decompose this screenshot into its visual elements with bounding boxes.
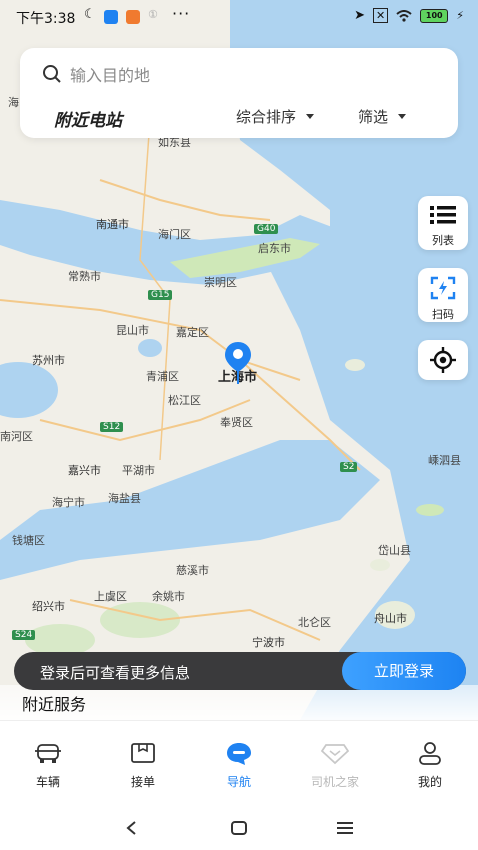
battery-icon: 100 (420, 8, 449, 23)
tab-label: 我的 (417, 775, 442, 789)
map-label: 青浦区 (146, 370, 179, 383)
tab-label: 司机之家 (310, 775, 359, 789)
search-icon (43, 65, 61, 83)
map-label: 慈溪市 (176, 564, 209, 577)
map-label: 海盐县 (108, 492, 141, 505)
nearby-services-title: 附近服务 (22, 695, 87, 714)
map-label: 南河区 (0, 430, 33, 443)
scan-charge-icon (430, 276, 456, 300)
map-label: 苏州市 (32, 354, 65, 367)
map-label: 北仑区 (298, 616, 331, 629)
more-notifications-icon: ··· (172, 4, 191, 23)
info-icon: ① (148, 8, 158, 21)
location-arrow-icon: ➤ (354, 8, 366, 23)
map-label: 嘉定区 (176, 326, 209, 339)
caret-down-icon (306, 114, 315, 119)
bottom-tab-bar: 车辆 接单 导航 司机之家 我的 (0, 720, 478, 803)
map-label: 舟山市 (374, 612, 407, 625)
tab-vehicle[interactable]: 车辆 (8, 741, 88, 790)
map-label: 松江区 (168, 394, 201, 407)
zhihu-app-icon (104, 10, 118, 24)
map-label: 嵊泗县 (428, 454, 461, 467)
location-pin-icon (225, 342, 251, 384)
locate-button[interactable] (418, 340, 468, 380)
navigation-chat-icon (227, 743, 251, 765)
tab-orders[interactable]: 接单 (103, 741, 183, 790)
filter-label: 筛选 (358, 108, 389, 126)
wifi-icon (396, 9, 412, 22)
map-label: 余姚市 (152, 590, 185, 603)
road-shield: S24 (12, 630, 36, 640)
map-label: 海宁市 (52, 496, 85, 509)
tab-navigation[interactable]: 导航 (199, 741, 279, 790)
list-icon (430, 206, 456, 224)
tab-label: 接单 (130, 775, 155, 789)
diamond-icon (320, 744, 350, 765)
map-label: 崇明区 (204, 276, 237, 289)
map-label: 岱山县 (378, 544, 411, 557)
crosshair-icon (430, 347, 456, 373)
scan-label: 扫码 (432, 308, 454, 321)
map-label: 平湖市 (122, 464, 155, 477)
charging-icon: ⚡ (456, 9, 464, 22)
map-label: 上虞区 (94, 590, 127, 603)
map-label: 南通市 (96, 218, 129, 231)
status-time: 下午3:38 (16, 11, 76, 27)
back-icon[interactable] (124, 820, 140, 836)
sim-icon: ✕ (373, 8, 389, 23)
tab-label: 车辆 (35, 775, 60, 789)
moon-icon: ☾ (84, 7, 96, 22)
login-prompt-bar: 登录后可查看更多信息 立即登录 (14, 652, 466, 690)
login-button[interactable]: 立即登录 (342, 652, 466, 690)
map-label: 奉贤区 (220, 416, 253, 429)
login-prompt-message: 登录后可查看更多信息 (40, 664, 191, 682)
status-bar: 下午3:38 ☾ ① ··· ➤ ✕ 100 ⚡ (0, 0, 478, 34)
road-shield: G15 (148, 290, 173, 300)
list-label: 列表 (432, 234, 454, 247)
sort-label: 综合排序 (236, 108, 297, 126)
user-icon (419, 742, 441, 765)
map-label: 常熟市 (68, 270, 101, 283)
tab-label: 导航 (226, 775, 251, 789)
road-shield: S12 (100, 422, 124, 432)
status-icons: ➤ ✕ 100 ⚡ (354, 8, 464, 23)
map-label: 嘉兴市 (68, 464, 101, 477)
list-button[interactable]: 列表 (418, 196, 468, 250)
menu-icon[interactable] (336, 820, 354, 836)
sort-dropdown[interactable]: 综合排序 (236, 106, 315, 127)
caret-down-icon (398, 114, 407, 119)
map-label: 海门区 (158, 228, 191, 241)
map-label: 海 (8, 96, 19, 109)
road-shield: G40 (254, 224, 279, 234)
search-input[interactable]: 输入目的地 (42, 62, 150, 86)
map-label: 昆山市 (116, 324, 149, 337)
filter-dropdown[interactable]: 筛选 (358, 106, 407, 127)
app-notification-icon (126, 10, 140, 24)
map-label: 钱塘区 (12, 534, 45, 547)
map-label: 启东市 (258, 242, 291, 255)
nearby-services-header: 附近服务 (0, 685, 478, 725)
nearby-stations-title: 附近电站 (54, 111, 122, 131)
map-label: 绍兴市 (32, 600, 65, 613)
map-label: 宁波市 (252, 636, 285, 649)
scan-button[interactable]: 扫码 (418, 268, 468, 322)
road-shield: S2 (340, 462, 358, 472)
order-box-icon (131, 743, 155, 763)
tab-driver-home[interactable]: 司机之家 (295, 741, 375, 790)
search-card: 输入目的地 附近电站 综合排序 筛选 (20, 48, 458, 138)
search-placeholder: 输入目的地 (70, 66, 151, 85)
home-icon[interactable] (230, 820, 248, 836)
system-navigation-bar (0, 802, 478, 850)
car-icon (35, 744, 61, 763)
tab-profile[interactable]: 我的 (390, 741, 470, 790)
